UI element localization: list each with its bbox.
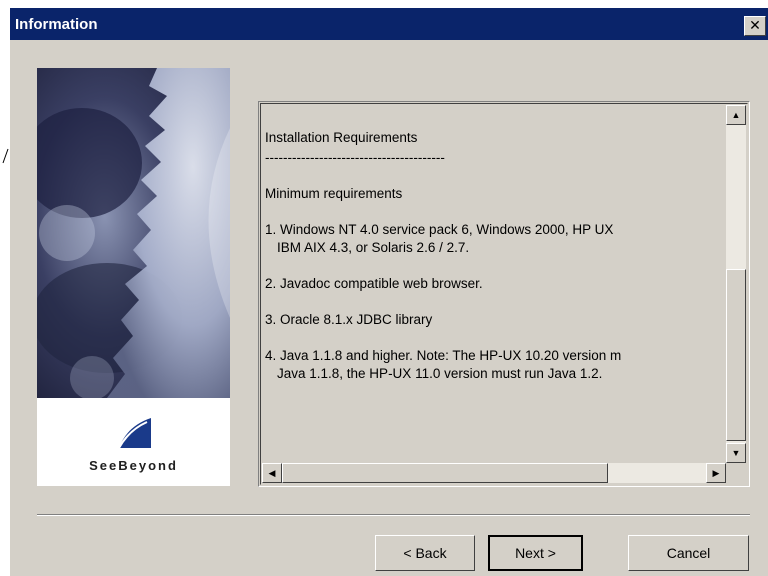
readme-subheading: Minimum requirements	[265, 186, 403, 201]
logo-text: SeeBeyond	[89, 458, 178, 473]
gears-illustration	[37, 68, 230, 398]
installer-dialog: Information ✕ SeeBeyond Installation Req…	[10, 8, 768, 576]
readme-panel: Installation Requirements --------------…	[258, 101, 750, 487]
readme-scroll-area[interactable]: Installation Requirements --------------…	[260, 103, 748, 485]
seebeyond-logo-icon	[118, 418, 151, 449]
arrow-right-icon: ▶	[712, 468, 720, 478]
back-button[interactable]: < Back	[375, 535, 475, 571]
cancel-button[interactable]: Cancel	[628, 535, 749, 571]
scroll-right-button[interactable]: ▶	[706, 463, 726, 483]
scroll-up-button[interactable]: ▲	[726, 105, 746, 125]
readme-text-viewport: Installation Requirements --------------…	[262, 105, 726, 463]
readme-heading: Installation Requirements	[265, 130, 418, 145]
arrow-down-icon: ▼	[731, 448, 741, 458]
title-bar: Information ✕	[10, 8, 768, 40]
button-separator	[37, 514, 750, 516]
stray-slash-mark	[2, 148, 9, 164]
readme-item-1-cont: IBM AIX 4.3, or Solaris 2.6 / 2.7.	[277, 240, 470, 255]
readme-rule: ----------------------------------------	[265, 150, 445, 165]
readme-item-4: 4. Java 1.1.8 and higher. Note: The HP-U…	[265, 348, 622, 363]
readme-item-1: 1. Windows NT 4.0 service pack 6, Window…	[265, 222, 614, 237]
scrollbar-corner	[726, 463, 746, 483]
side-banner-image: SeeBeyond	[37, 68, 230, 486]
readme-item-4-cont: Java 1.1.8, the HP-UX 11.0 version must …	[277, 366, 603, 381]
horizontal-scrollbar[interactable]: ◀ ▶	[262, 463, 726, 483]
logo-panel: SeeBeyond	[37, 398, 230, 486]
arrow-left-icon: ◀	[268, 468, 276, 478]
readme-text: Installation Requirements --------------…	[262, 105, 726, 383]
vertical-scrollbar[interactable]: ▲ ▼	[726, 105, 746, 463]
close-icon: ✕	[749, 17, 761, 33]
scroll-down-button[interactable]: ▼	[726, 443, 746, 463]
horizontal-scroll-thumb[interactable]	[282, 463, 608, 483]
next-button[interactable]: Next >	[488, 535, 583, 571]
readme-item-3: 3. Oracle 8.1.x JDBC library	[265, 312, 433, 327]
scroll-left-button[interactable]: ◀	[262, 463, 282, 483]
close-button[interactable]: ✕	[744, 16, 766, 36]
vertical-scroll-thumb[interactable]	[726, 269, 746, 441]
readme-item-2: 2. Javadoc compatible web browser.	[265, 276, 483, 291]
arrow-up-icon: ▲	[731, 110, 741, 120]
window-title: Information	[15, 16, 98, 33]
